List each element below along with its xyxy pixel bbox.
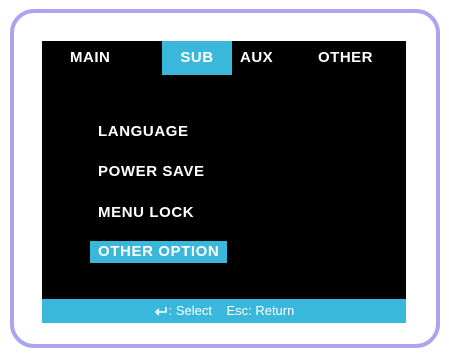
- select-hint: : Select: [168, 303, 212, 318]
- tab-aux[interactable]: AUX: [240, 41, 273, 75]
- tab-sub[interactable]: SUB: [162, 41, 232, 75]
- status-bar: : Select Esc: Return: [42, 299, 406, 323]
- menu-item-power-save[interactable]: POWER SAVE: [98, 161, 205, 183]
- menu-item-other-option[interactable]: OTHER OPTION: [90, 241, 228, 263]
- tab-other[interactable]: OTHER: [318, 41, 373, 75]
- enter-icon: [154, 299, 168, 323]
- return-hint: Esc: Return: [226, 303, 295, 318]
- menu-item-menu-lock[interactable]: MENU LOCK: [98, 202, 194, 224]
- tab-main[interactable]: MAIN: [70, 41, 110, 75]
- device-screen: MAIN SUB AUX OTHER LANGUAGE POWER SAVE M…: [42, 41, 406, 323]
- menu-item-language[interactable]: LANGUAGE: [98, 121, 189, 143]
- tab-bar: MAIN SUB AUX OTHER: [42, 41, 406, 75]
